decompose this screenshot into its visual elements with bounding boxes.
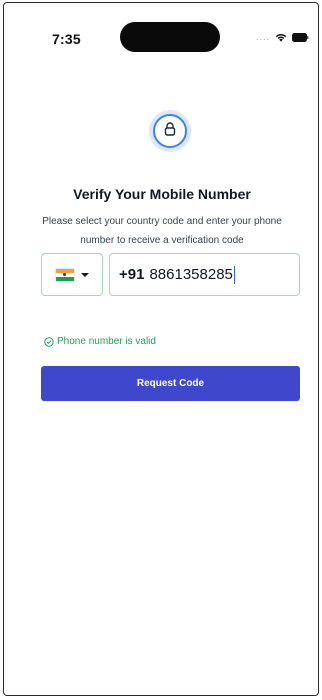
check-circle-icon [44, 336, 54, 347]
lock-icon [162, 121, 178, 142]
validation-text: Phone number is valid [57, 336, 156, 347]
text-cursor [233, 265, 235, 284]
status-time: 7:35 [52, 31, 81, 47]
dynamic-island [120, 22, 220, 52]
request-code-button[interactable]: Request Code [41, 366, 300, 401]
signal-icon: .... [256, 32, 271, 42]
status-icons: .... [256, 32, 309, 42]
country-code-picker[interactable] [41, 253, 103, 296]
validation-message: Phone number is valid [44, 336, 156, 347]
wifi-icon [275, 33, 287, 42]
phone-number-input[interactable]: +91 8861358285 [109, 253, 300, 296]
lock-badge [149, 110, 191, 152]
phone-screen: 7:35 .... Verify Your Mobile Number Plea… [3, 2, 319, 696]
page-title: Verify Your Mobile Number [73, 186, 251, 202]
india-flag-icon [55, 268, 74, 281]
page-subtitle: Please select your country code and ente… [42, 216, 282, 246]
phone-number-value: 8861358285 [149, 266, 233, 283]
chevron-down-icon [80, 272, 89, 277]
battery-icon [292, 32, 309, 42]
dial-code: +91 [119, 266, 145, 283]
